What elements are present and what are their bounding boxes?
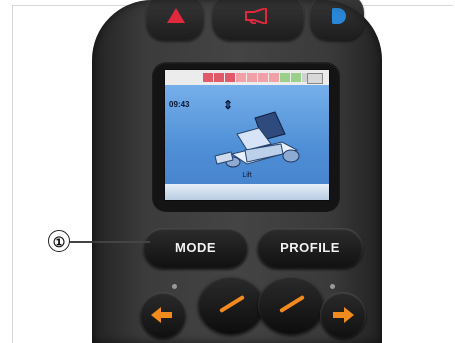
battery-segment: [236, 73, 246, 82]
screen-footer-bar: [165, 184, 329, 200]
callout-leader-line: [70, 241, 150, 243]
hazard-triangle-icon: [167, 8, 185, 23]
light-button[interactable]: [310, 0, 364, 40]
speed-increase-button[interactable]: [258, 276, 324, 334]
battery-gauge: [165, 70, 329, 85]
battery-segment: [291, 73, 301, 82]
battery-segment: [269, 73, 279, 82]
battery-segment: [214, 73, 224, 82]
mode-name-label: Lift: [242, 172, 252, 179]
speed-increase-icon: [279, 294, 305, 314]
callout-marker: ①: [48, 230, 70, 252]
battery-icon: [307, 73, 323, 84]
profile-button[interactable]: PROFILE: [257, 228, 363, 268]
battery-segment: [225, 73, 235, 82]
speed-decrease-icon: [219, 294, 245, 314]
hazard-button[interactable]: [146, 0, 204, 40]
right-indicator-button[interactable]: [320, 292, 366, 338]
speed-decrease-button[interactable]: [198, 276, 264, 334]
battery-segment: [247, 73, 257, 82]
horn-button[interactable]: [212, 0, 304, 40]
horn-icon: [245, 8, 267, 24]
mode-button[interactable]: MODE: [143, 228, 248, 268]
lcd-screen: 09:43 ⇕ Lift: [164, 69, 330, 201]
right-indicator-arrow-icon: [344, 307, 354, 323]
clock-readout: 09:43: [169, 100, 190, 109]
battery-segment: [258, 73, 268, 82]
battery-segment: [280, 73, 290, 82]
indicator-led-right: [330, 284, 335, 289]
left-indicator-button[interactable]: [140, 292, 186, 338]
headlight-icon: [332, 8, 346, 24]
battery-segment: [203, 73, 213, 82]
indicator-led-left: [172, 284, 177, 289]
wheelchair-lift-icon: [214, 111, 300, 168]
